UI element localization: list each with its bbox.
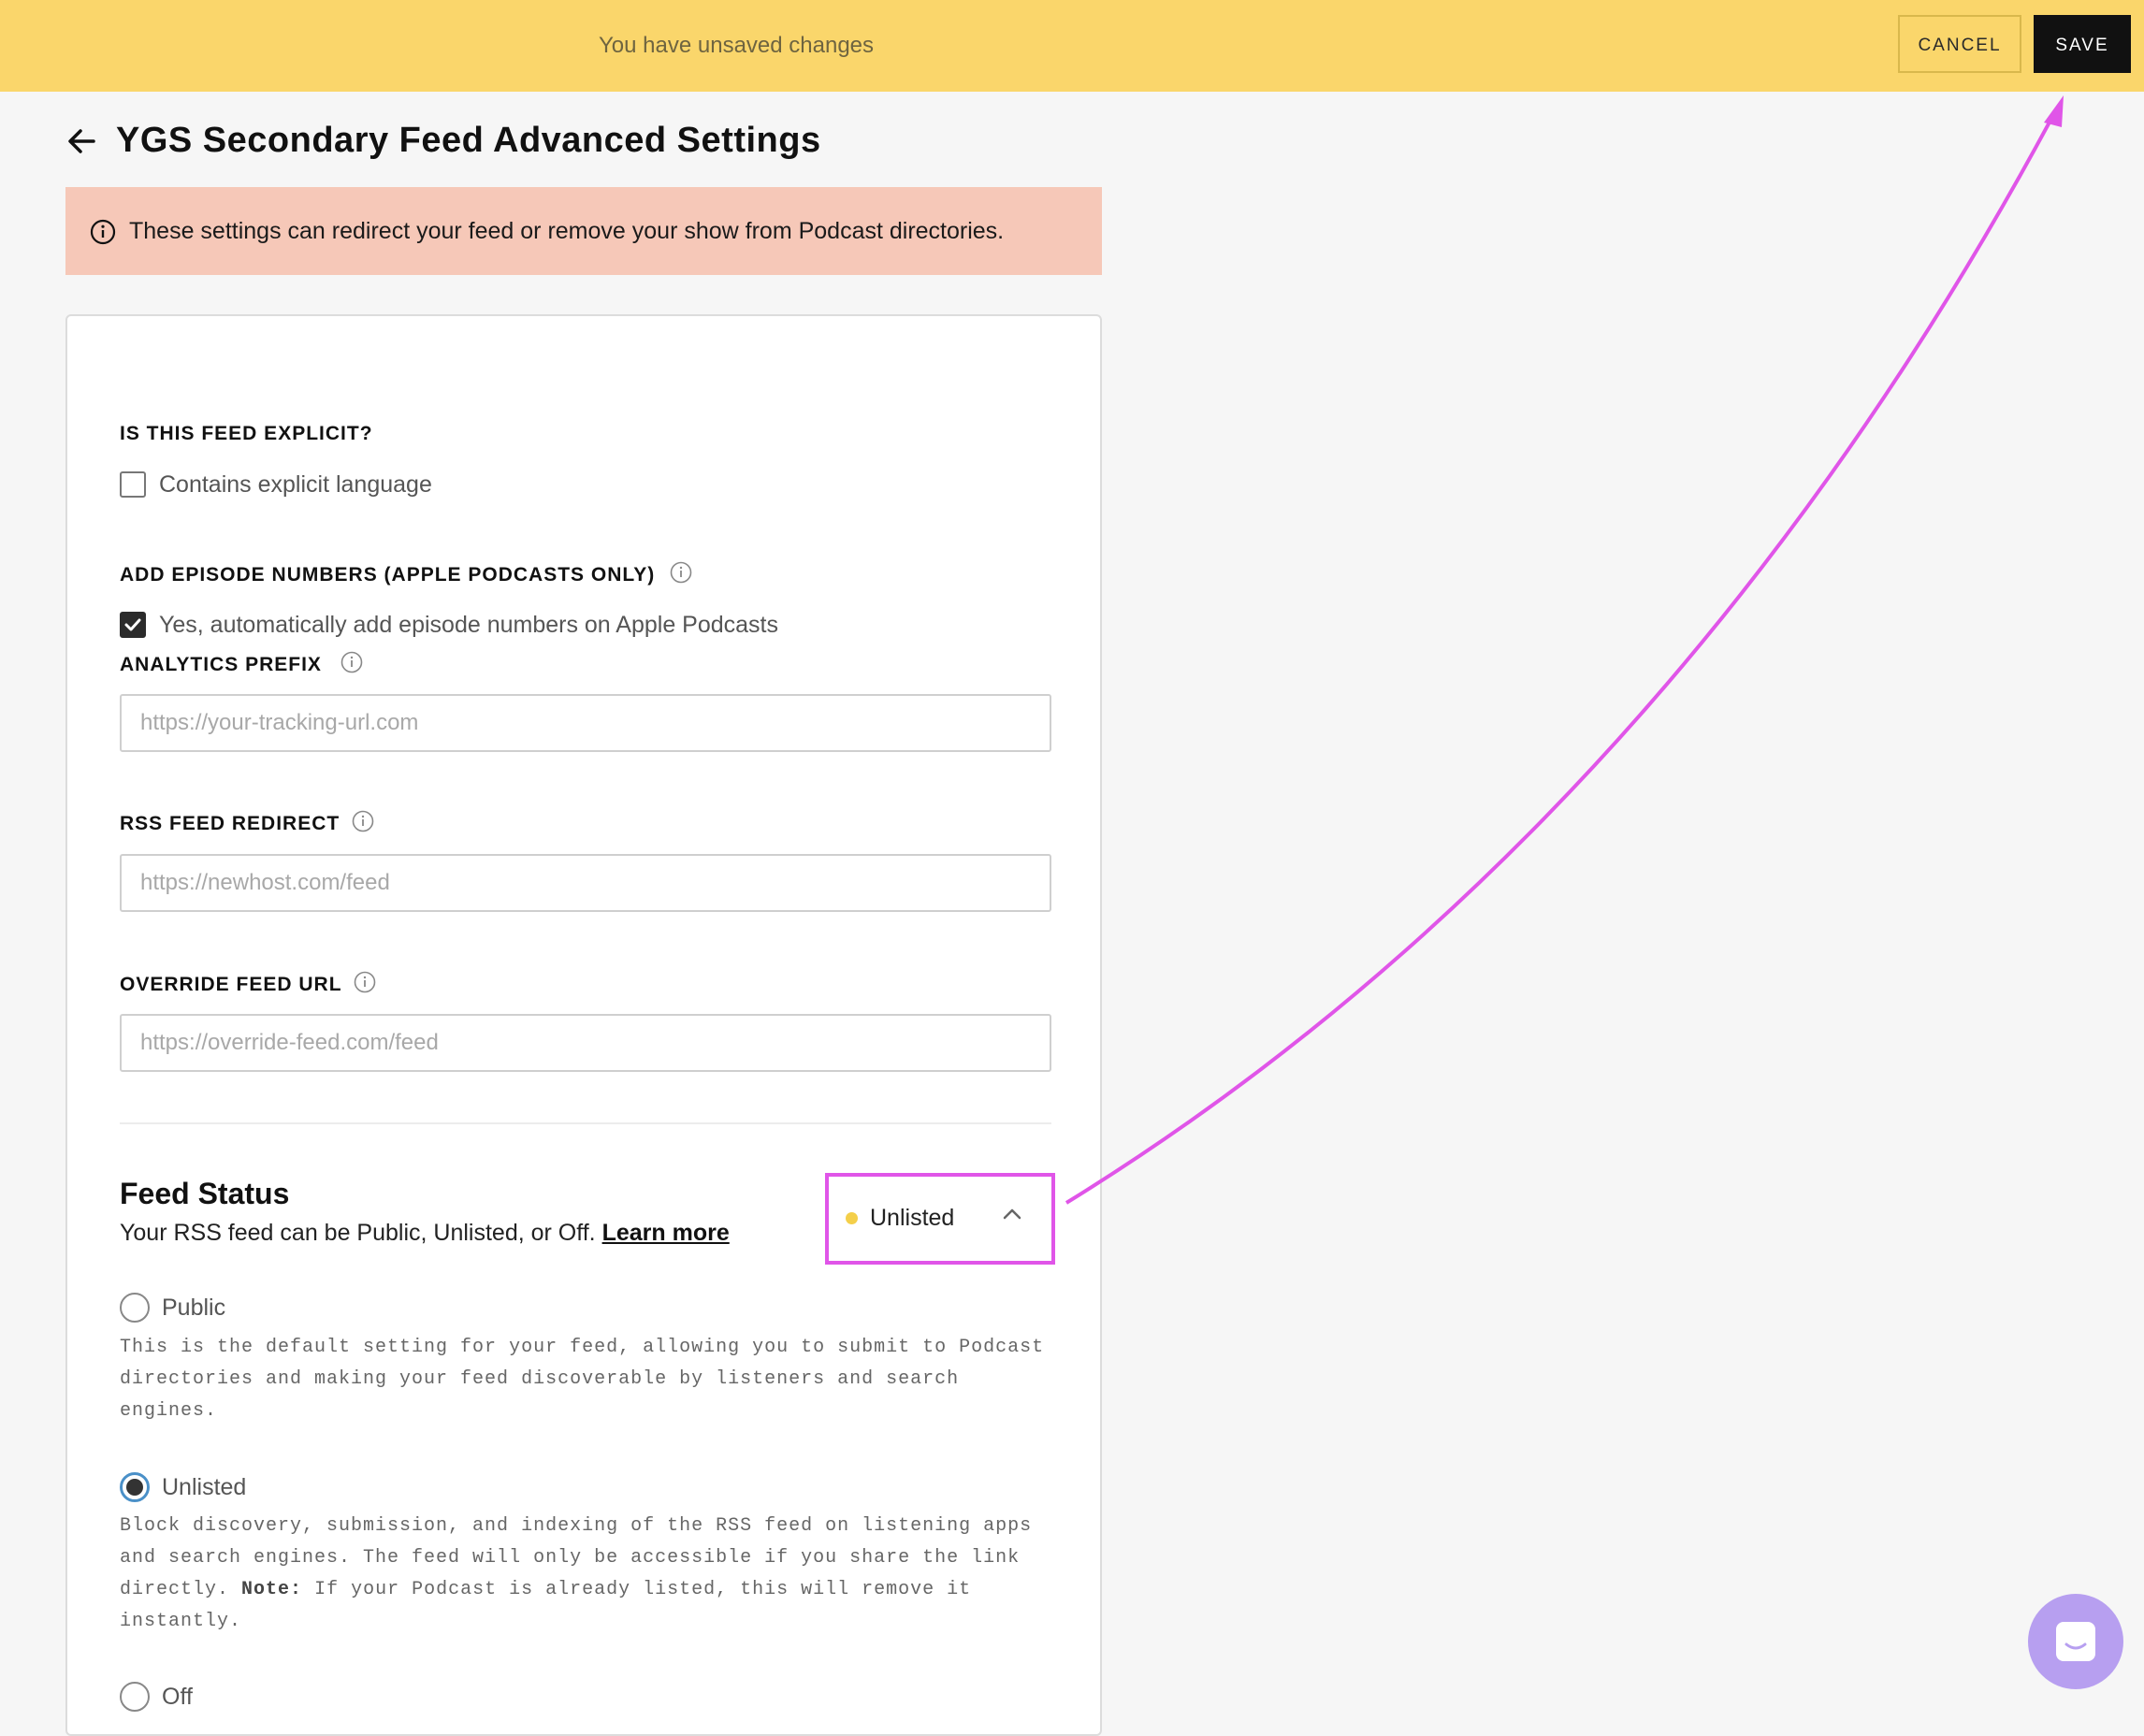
unsaved-changes-message: You have unsaved changes <box>599 33 875 58</box>
episode-numbers-label: ADD EPISODE NUMBERS (APPLE PODCASTS ONLY… <box>120 564 656 586</box>
info-icon[interactable] <box>340 651 363 673</box>
unlisted-note-label: Note: <box>241 1579 303 1600</box>
info-icon <box>90 219 116 245</box>
checkmark-icon <box>124 618 141 631</box>
cancel-button[interactable]: CANCEL <box>1898 15 2021 73</box>
settings-card: IS THIS FEED EXPLICIT? Contains explicit… <box>65 314 1102 1736</box>
feed-status-description-text: Your RSS feed can be Public, Unlisted, o… <box>120 1220 596 1246</box>
page-title: YGS Secondary Feed Advanced Settings <box>116 121 821 160</box>
explicit-checkbox[interactable] <box>120 471 146 498</box>
override-url-input[interactable] <box>120 1014 1051 1072</box>
status-dot <box>846 1212 858 1224</box>
radio-public[interactable] <box>120 1293 150 1323</box>
feed-status-description: Your RSS feed can be Public, Unlisted, o… <box>120 1220 730 1247</box>
rss-redirect-input[interactable] <box>120 854 1051 912</box>
chat-button[interactable] <box>2028 1594 2123 1689</box>
feed-status-dropdown[interactable]: Unlisted <box>825 1173 1055 1265</box>
radio-unlisted-description: Block discovery, submission, and indexin… <box>120 1511 1055 1638</box>
episode-numbers-checkbox[interactable] <box>120 612 146 638</box>
info-icon[interactable] <box>670 561 692 584</box>
radio-public-label[interactable]: Public <box>162 1295 225 1322</box>
chat-icon <box>2056 1622 2095 1661</box>
analytics-prefix-label: ANALYTICS PREFIX <box>120 654 322 675</box>
warning-text: These settings can redirect your feed or… <box>129 218 1005 244</box>
feed-status-title: Feed Status <box>120 1177 290 1210</box>
unsaved-changes-bar: You have unsaved changes CANCEL SAVE <box>0 0 2144 92</box>
radio-unlisted-label[interactable]: Unlisted <box>162 1474 246 1501</box>
feed-status-current: Unlisted <box>870 1205 955 1231</box>
radio-public-description: This is the default setting for your fee… <box>120 1337 1045 1422</box>
episode-numbers-checkbox-label[interactable]: Yes, automatically add episode numbers o… <box>159 612 778 639</box>
chevron-up-icon <box>1003 1208 1021 1220</box>
explicit-checkbox-label[interactable]: Contains explicit language <box>159 471 432 499</box>
rss-redirect-label: RSS FEED REDIRECT <box>120 813 340 834</box>
radio-unlisted[interactable] <box>120 1472 150 1502</box>
info-icon[interactable] <box>352 810 374 832</box>
save-button[interactable]: SAVE <box>2034 15 2131 73</box>
arrow-left-icon[interactable] <box>65 126 103 156</box>
explicit-label: IS THIS FEED EXPLICIT? <box>120 423 373 444</box>
warning-banner: These settings can redirect your feed or… <box>65 187 1102 275</box>
analytics-prefix-input[interactable] <box>120 694 1051 752</box>
radio-off[interactable] <box>120 1682 150 1712</box>
override-url-label: OVERRIDE FEED URL <box>120 974 342 995</box>
divider <box>120 1122 1051 1124</box>
learn-more-link[interactable]: Learn more <box>602 1220 730 1246</box>
radio-off-label[interactable]: Off <box>162 1684 193 1711</box>
info-icon[interactable] <box>354 971 376 993</box>
